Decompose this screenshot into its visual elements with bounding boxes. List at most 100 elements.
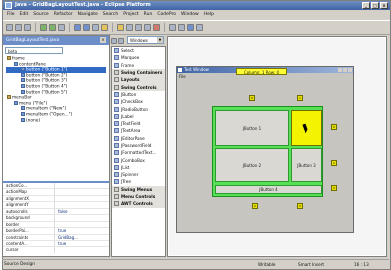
palette-item-label: JPasswordField xyxy=(121,143,152,148)
palette-item[interactable]: JTree xyxy=(112,178,165,185)
palette-category-select[interactable]: Windows ▼ xyxy=(127,36,164,44)
property-value[interactable]: GridBag... xyxy=(55,235,78,240)
forward-icon[interactable] xyxy=(178,24,185,31)
row-handle[interactable]: 1 xyxy=(331,160,337,166)
open-type-icon[interactable] xyxy=(92,24,99,31)
palette-item[interactable]: JComboBox xyxy=(112,156,165,163)
new-icon[interactable] xyxy=(6,24,13,31)
close-icon[interactable]: × xyxy=(100,37,106,43)
property-value[interactable] xyxy=(55,196,58,201)
palette-item[interactable]: Select xyxy=(112,47,165,54)
close-icon[interactable]: × xyxy=(380,2,388,9)
menu-run[interactable]: Run xyxy=(144,10,153,19)
menu-navigate[interactable]: Navigate xyxy=(78,10,98,19)
panel-tab[interactable]: GridBagLayoutTest.java × xyxy=(3,36,109,45)
palette-item[interactable]: JPasswordField xyxy=(112,142,165,149)
column-handle[interactable]: 1 xyxy=(297,95,303,101)
print-icon[interactable] xyxy=(24,24,31,31)
grid-cell-button-3[interactable]: JButton 3 xyxy=(291,148,322,182)
column-handle[interactable]: 2 xyxy=(252,203,258,209)
menu-codepro[interactable]: CodePro xyxy=(157,10,176,19)
palette-category[interactable]: Swing Containers xyxy=(112,68,165,77)
new-class-icon[interactable] xyxy=(74,24,81,31)
menu-file[interactable]: File xyxy=(7,10,15,19)
column-handle[interactable]: 0 xyxy=(249,95,255,101)
component-tree[interactable]: frame contentPane button ("Button 1") butto… xyxy=(6,56,106,123)
minimize-icon[interactable]: _ xyxy=(362,2,370,9)
palette-category[interactable]: AWT Controls xyxy=(112,200,165,208)
palette-item[interactable]: JEditorPane xyxy=(112,135,165,142)
palette-item[interactable]: JRadioButton xyxy=(112,105,165,112)
debug-icon[interactable] xyxy=(49,24,56,31)
palette-item[interactable]: Marquee xyxy=(112,54,165,61)
property-value[interactable] xyxy=(55,189,58,194)
layout-icon[interactable] xyxy=(117,24,124,31)
palette-component-icon xyxy=(114,77,119,83)
palette-item[interactable]: JTextField xyxy=(112,120,165,127)
menu-window[interactable]: Window xyxy=(181,10,199,19)
grid-cell-button-1[interactable]: JButton 1 xyxy=(215,110,289,146)
maximize-icon[interactable]: □ xyxy=(371,2,379,9)
palette-item[interactable]: JFormattedText... xyxy=(112,149,165,156)
row-handle[interactable]: 0 xyxy=(331,124,337,130)
property-value[interactable] xyxy=(55,183,58,188)
menu-search[interactable]: Search xyxy=(103,10,118,19)
palette-category[interactable]: Swing Controls xyxy=(112,83,165,91)
property-value[interactable] xyxy=(55,202,58,207)
panel-tab-title: GridBagLayoutTest.java xyxy=(6,38,60,43)
palette-item[interactable]: Frame xyxy=(112,62,165,69)
property-value[interactable]: true xyxy=(55,228,66,233)
property-value[interactable] xyxy=(55,215,58,220)
test-icon[interactable] xyxy=(153,24,160,31)
menu-source[interactable]: Source xyxy=(33,10,48,19)
property-value[interactable]: true xyxy=(55,241,66,246)
run-icon[interactable] xyxy=(40,24,47,31)
grid-cell-button-2[interactable]: JButton 2 xyxy=(215,148,289,182)
editor-mode-tabs[interactable]: Source Design xyxy=(4,260,35,269)
column-handle[interactable]: 3 xyxy=(297,203,303,209)
tree-node[interactable]: (none) xyxy=(6,117,106,124)
menu-refactor[interactable]: Refactor xyxy=(54,10,73,19)
property-value[interactable] xyxy=(55,222,58,227)
palette-category[interactable]: Layouts xyxy=(112,76,165,84)
palette-component-icon xyxy=(114,186,119,192)
align-right-icon[interactable] xyxy=(144,24,151,31)
properties-table[interactable]: actionCo... actionMap alignmentX alignmentY… xyxy=(3,181,109,253)
property-name: border xyxy=(3,221,55,228)
palette-select-icon[interactable] xyxy=(111,37,117,44)
menuitem-icon xyxy=(21,117,25,122)
path-field[interactable]: beta xyxy=(5,47,63,54)
menu-help[interactable]: Help xyxy=(204,10,214,19)
search-icon[interactable] xyxy=(101,24,108,31)
frame-menu-file[interactable]: File xyxy=(179,74,186,79)
chevron-down-icon[interactable]: ▼ xyxy=(157,37,163,43)
palette-item[interactable]: JButton xyxy=(112,91,165,98)
gridbag-layout-grid[interactable]: JButton 1 JButton 2 JButton 3 JButton 4 xyxy=(212,106,323,197)
new-package-icon[interactable] xyxy=(83,24,90,31)
palette-item[interactable]: JCheckBox xyxy=(112,98,165,105)
property-row[interactable]: cursor xyxy=(3,247,109,253)
align-center-icon[interactable] xyxy=(135,24,142,31)
perspective-java-icon[interactable] xyxy=(196,24,203,31)
palette-item[interactable]: JLabel xyxy=(112,113,165,120)
row-handle[interactable]: 2 xyxy=(331,185,337,191)
palette-marquee-icon[interactable] xyxy=(118,37,124,44)
grid-cell-button-4[interactable]: JButton 4 xyxy=(215,185,322,194)
palette-component-icon xyxy=(114,62,119,68)
menu-project[interactable]: Project xyxy=(123,10,138,19)
menuitem-icon xyxy=(21,111,25,116)
perspective-icon[interactable] xyxy=(187,24,194,31)
align-left-icon[interactable] xyxy=(126,24,133,31)
palette-item[interactable]: JTextArea xyxy=(112,127,165,134)
palette-category[interactable]: Menu Controls xyxy=(112,192,165,201)
property-value[interactable]: false xyxy=(55,209,68,214)
external-tools-icon[interactable] xyxy=(58,24,65,31)
back-icon[interactable] xyxy=(169,24,176,31)
palette-category[interactable]: Swing Menus xyxy=(112,185,165,193)
palette-item[interactable]: JSpinner xyxy=(112,171,165,178)
save-icon[interactable] xyxy=(15,24,22,31)
maximize-icon xyxy=(343,68,347,72)
property-value[interactable] xyxy=(55,247,58,252)
palette-item[interactable]: JList xyxy=(112,164,165,171)
menu-edit[interactable]: Edit xyxy=(20,10,29,19)
